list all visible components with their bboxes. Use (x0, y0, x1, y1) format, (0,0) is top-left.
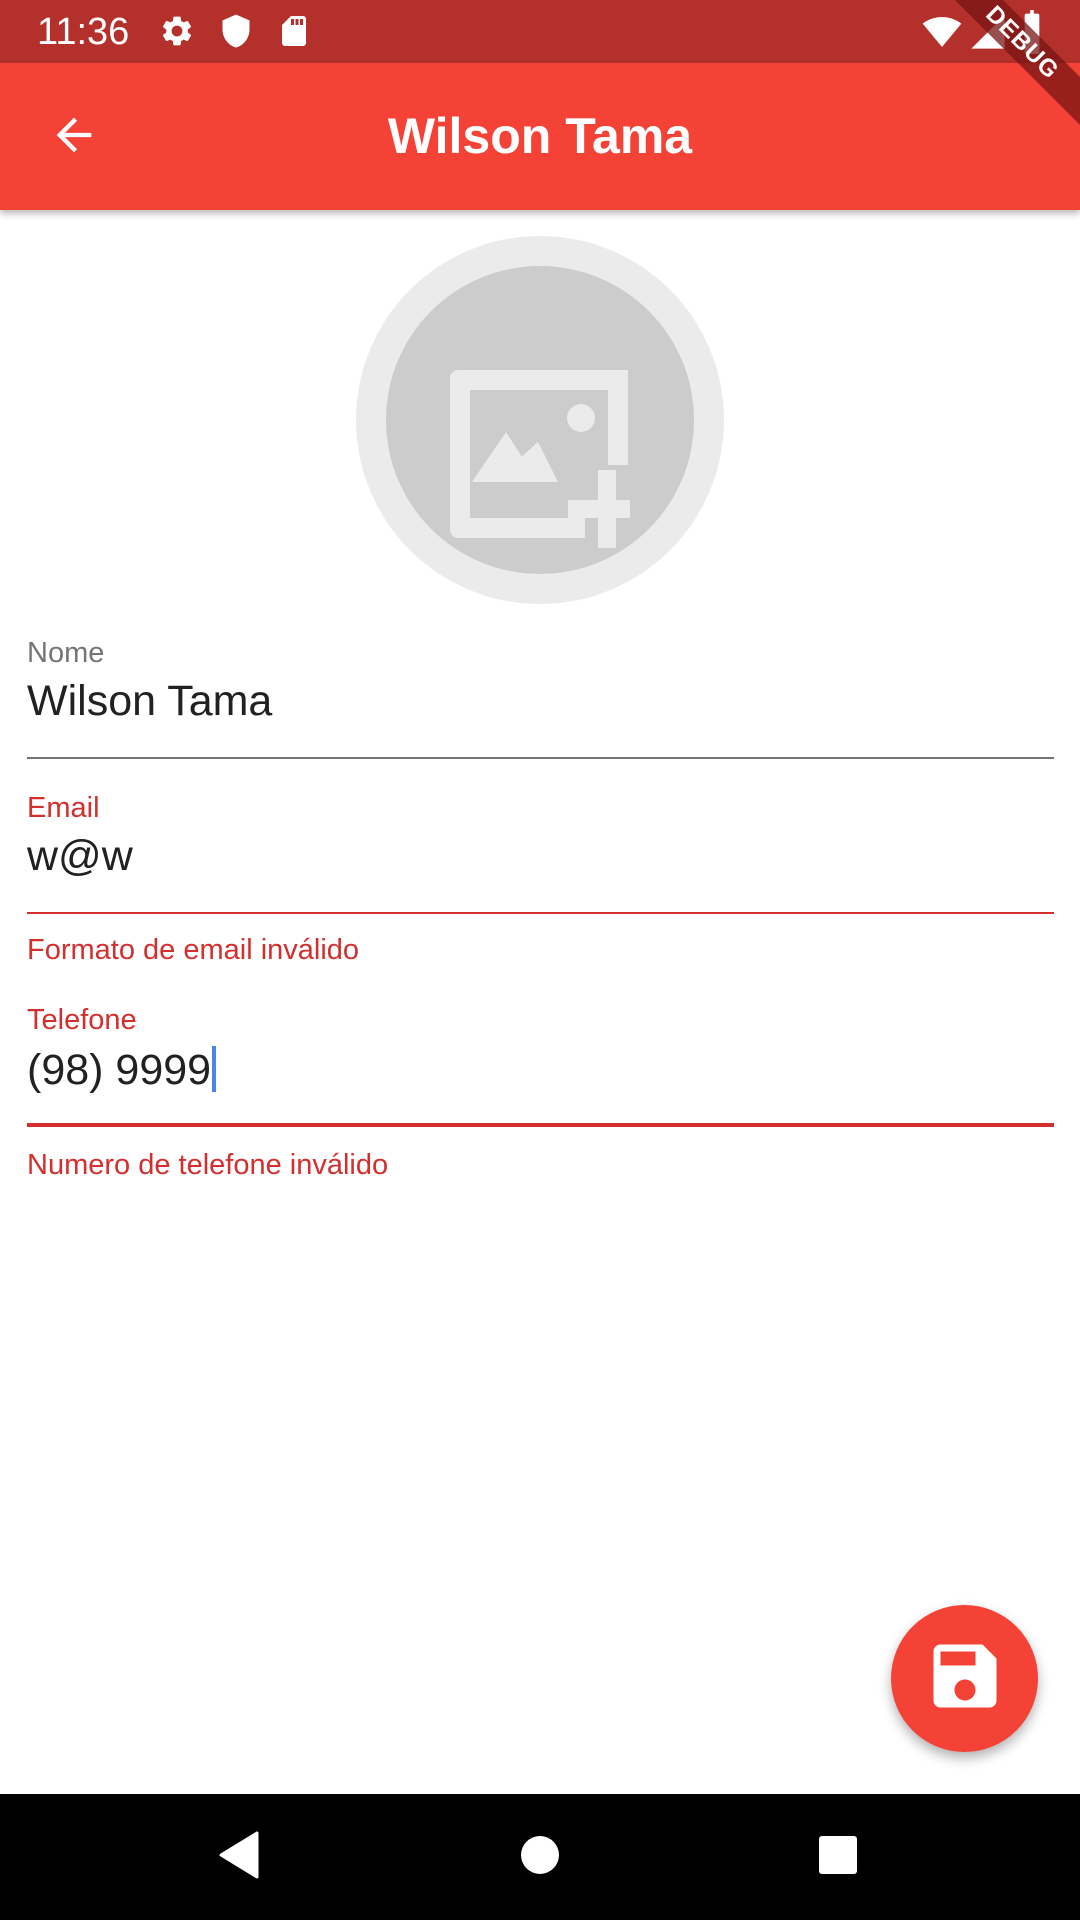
save-button[interactable] (891, 1605, 1038, 1752)
status-time: 11:36 (37, 11, 130, 53)
name-field[interactable]: Nome Wilson Tama (27, 636, 1054, 761)
name-input[interactable]: Wilson Tama (27, 676, 272, 726)
name-underline (27, 757, 1054, 759)
system-nav-bar (0, 1794, 1080, 1920)
phone-field[interactable]: Telefone (98) 9999 Numero de telefone in… (27, 1003, 1054, 1188)
avatar-picker[interactable] (356, 236, 724, 604)
app-bar: Wilson Tama (0, 63, 1080, 210)
add-photo-icon (450, 370, 646, 555)
home-circle-icon (520, 1835, 560, 1880)
nav-back-button[interactable] (189, 1807, 289, 1907)
email-field[interactable]: Email w@w Formato de email inválido (27, 791, 1054, 971)
battery-icon (1014, 10, 1050, 54)
email-input[interactable]: w@w (27, 831, 133, 881)
email-error: Formato de email inválido (27, 934, 360, 966)
save-icon (923, 1634, 1007, 1723)
wifi-icon (922, 12, 962, 52)
sd-card-icon (276, 13, 312, 49)
email-label: Email (27, 792, 100, 824)
text-cursor (212, 1046, 217, 1092)
status-bar: 11:36 (0, 0, 1080, 63)
nav-recents-button[interactable] (788, 1807, 888, 1907)
phone-underline (27, 1123, 1054, 1127)
nav-home-button[interactable] (490, 1807, 590, 1907)
name-label: Nome (27, 637, 105, 669)
page-title: Wilson Tama (387, 108, 693, 164)
recents-square-icon (818, 1835, 858, 1880)
back-triangle-icon (217, 1831, 261, 1884)
phone-input[interactable]: (98) 9999 (27, 1046, 211, 1094)
signal-icon (968, 12, 1008, 52)
shield-icon (218, 13, 254, 49)
gear-icon (159, 13, 195, 49)
avatar (386, 266, 694, 574)
email-underline (27, 912, 1054, 914)
phone-input-wrapper[interactable]: (98) 9999 (27, 1045, 217, 1095)
phone-error: Numero de telefone inválido (27, 1149, 389, 1181)
phone-label: Telefone (27, 1004, 137, 1036)
